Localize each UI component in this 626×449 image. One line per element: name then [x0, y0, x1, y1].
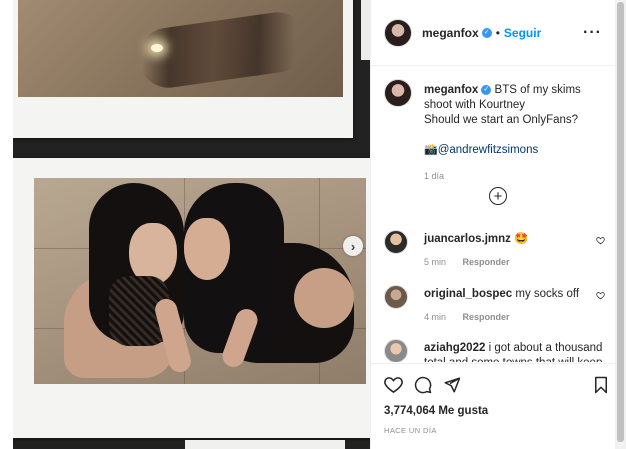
load-more-comments-button[interactable]: + — [489, 187, 507, 205]
polaroid-edge — [361, 0, 370, 60]
caption-line: 📸@andrewfitzsimons — [424, 143, 609, 158]
photo-floor-scene — [18, 0, 343, 97]
comment-body: my socks off — [515, 288, 580, 300]
avatar[interactable] — [384, 18, 412, 47]
post-timestamp: HACE UN DÍA — [384, 426, 437, 435]
comment-icon[interactable] — [414, 376, 432, 394]
scrollbar-thumb[interactable] — [617, 2, 624, 442]
polaroid-photo-main — [13, 158, 370, 438]
polaroid-photo-top — [13, 0, 353, 138]
light — [151, 44, 163, 52]
next-image-button[interactable]: › — [343, 236, 363, 256]
camera-icon: 📸 — [424, 144, 438, 156]
verified-badge-icon: ✓ — [481, 84, 492, 95]
share-icon[interactable] — [443, 376, 461, 394]
verified-badge-icon: ✓ — [481, 27, 492, 38]
post-media[interactable]: › — [13, 0, 370, 449]
caption-line — [424, 128, 609, 143]
avatar[interactable] — [384, 230, 408, 254]
caption-line-2: Should we start an OnlyFans? — [424, 114, 579, 126]
avatar[interactable] — [384, 339, 408, 362]
post-header: meganfox ✓ • Seguir ··· — [371, 0, 616, 66]
like-count[interactable]: 3,774,064 Me gusta — [384, 405, 488, 417]
post-actions: 3,774,064 Me gusta HACE UN DÍA — [371, 363, 616, 449]
caption-timestamp: 1 día — [424, 171, 445, 181]
caption-username[interactable]: meganfox — [424, 84, 478, 96]
comment-text: juancarlos.jmnz 🤩 — [424, 232, 614, 247]
comment-username[interactable]: juancarlos.jmnz — [424, 233, 511, 245]
avatar[interactable] — [384, 79, 412, 107]
comment-time: 5 min — [424, 257, 447, 267]
leg-right — [294, 268, 354, 328]
caption-text: meganfox ✓ BTS of my skims shoot with Kou… — [424, 83, 609, 158]
like-comment-heart-icon[interactable] — [596, 291, 605, 300]
separator-dot: • — [495, 25, 500, 40]
photo-two-women — [34, 178, 366, 384]
heart-icon[interactable] — [384, 376, 403, 394]
more-options-icon[interactable]: ··· — [583, 24, 602, 42]
scrollbar[interactable] — [615, 0, 626, 449]
comment-body: 🤩 — [514, 233, 529, 245]
avatar[interactable] — [384, 285, 408, 309]
reply-button[interactable]: Responder — [463, 257, 510, 267]
mention-link[interactable]: @andrewfitzsimons — [438, 144, 539, 156]
comment-text: original_bospec my socks off — [424, 287, 614, 302]
post-sidebar: meganfox ✓ • Seguir ··· meganfox ✓ BTS of… — [370, 0, 626, 449]
comment-time: 4 min — [424, 312, 447, 322]
plus-circle-icon: + — [493, 187, 503, 205]
polaroid-edge-bottom — [185, 440, 345, 449]
comment-meta: 5 min Responder — [424, 257, 510, 267]
bookmark-icon[interactable] — [593, 376, 609, 394]
reply-button[interactable]: Responder — [463, 312, 510, 322]
comment-username[interactable]: aziahg2022 — [424, 342, 485, 354]
header-user: meganfox ✓ • Seguir — [422, 26, 541, 40]
header-username[interactable]: meganfox — [422, 26, 479, 40]
chevron-right-icon: › — [350, 238, 356, 254]
follow-button[interactable]: Seguir — [504, 26, 541, 40]
comment-text: aziahg2022 i got about a thousand total … — [424, 341, 614, 362]
face-right — [184, 218, 230, 280]
comment-meta: 4 min Responder — [424, 312, 510, 322]
comments-list[interactable]: meganfox ✓ BTS of my skims shoot with Kou… — [371, 67, 616, 362]
like-comment-heart-icon[interactable] — [596, 236, 605, 245]
comment-username[interactable]: original_bospec — [424, 288, 512, 300]
